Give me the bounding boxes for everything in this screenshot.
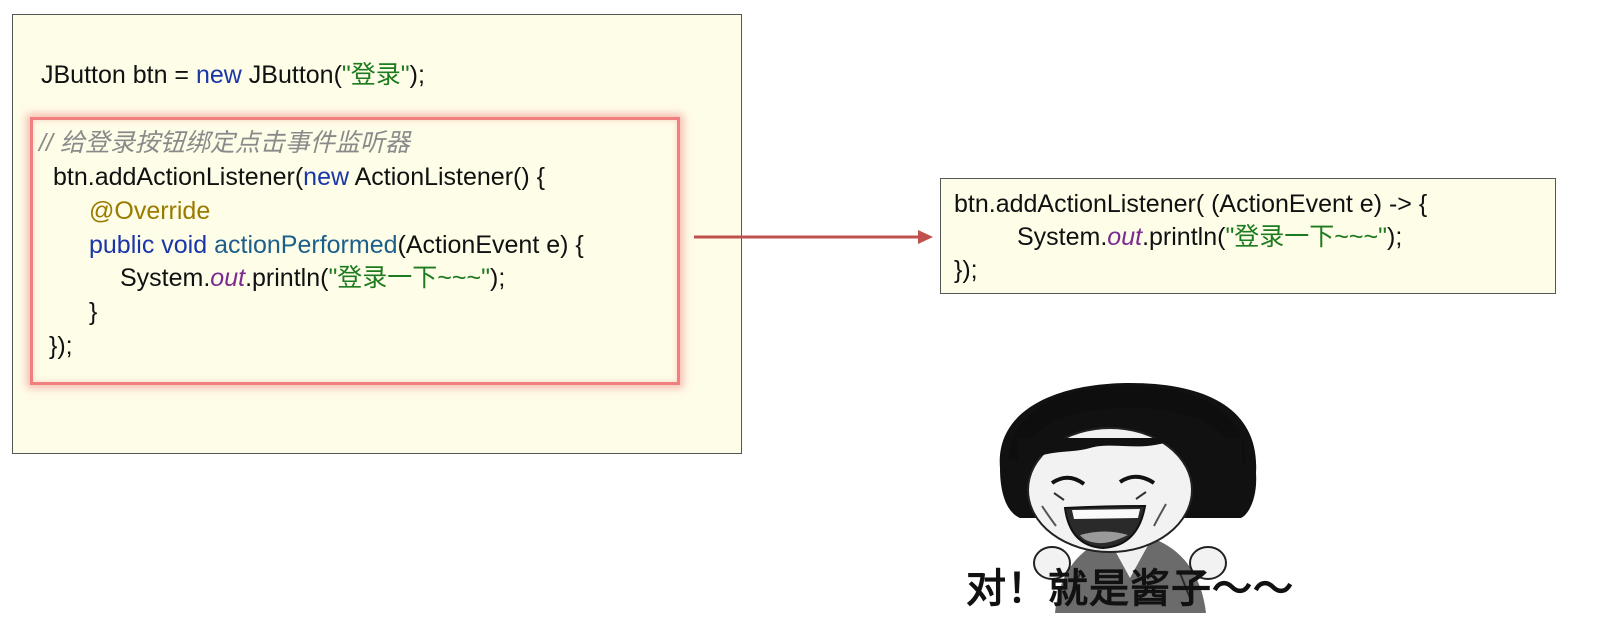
code-text: ); [1387,223,1403,251]
code-text: JButton( [241,61,342,89]
code-line-jbutton: JButton btn = new JButton("登录"); [41,60,425,90]
highlight-box [30,117,680,385]
code-line-lambda-end: }); [954,256,978,284]
code-text: JButton btn = [41,61,196,89]
keyword: new [195,61,242,89]
code-line-println: System.out.println("登录一下~~~"); [1017,222,1402,252]
arrow-right-icon [694,230,933,244]
code-text: .println( [1142,223,1226,251]
string-literal: "登录一下~~~" [1225,223,1387,251]
string-literal: "登录" [341,61,410,89]
field-name: out [1107,223,1143,251]
code-text: System. [1017,223,1108,251]
code-line-lambda-start: btn.addActionListener( (ActionEvent e) -… [954,190,1428,218]
code-panel-lambda: btn.addActionListener( (ActionEvent e) -… [940,178,1556,294]
meme-caption: 对！就是酱子～～ [966,566,1294,612]
code-text: ); [409,61,425,89]
